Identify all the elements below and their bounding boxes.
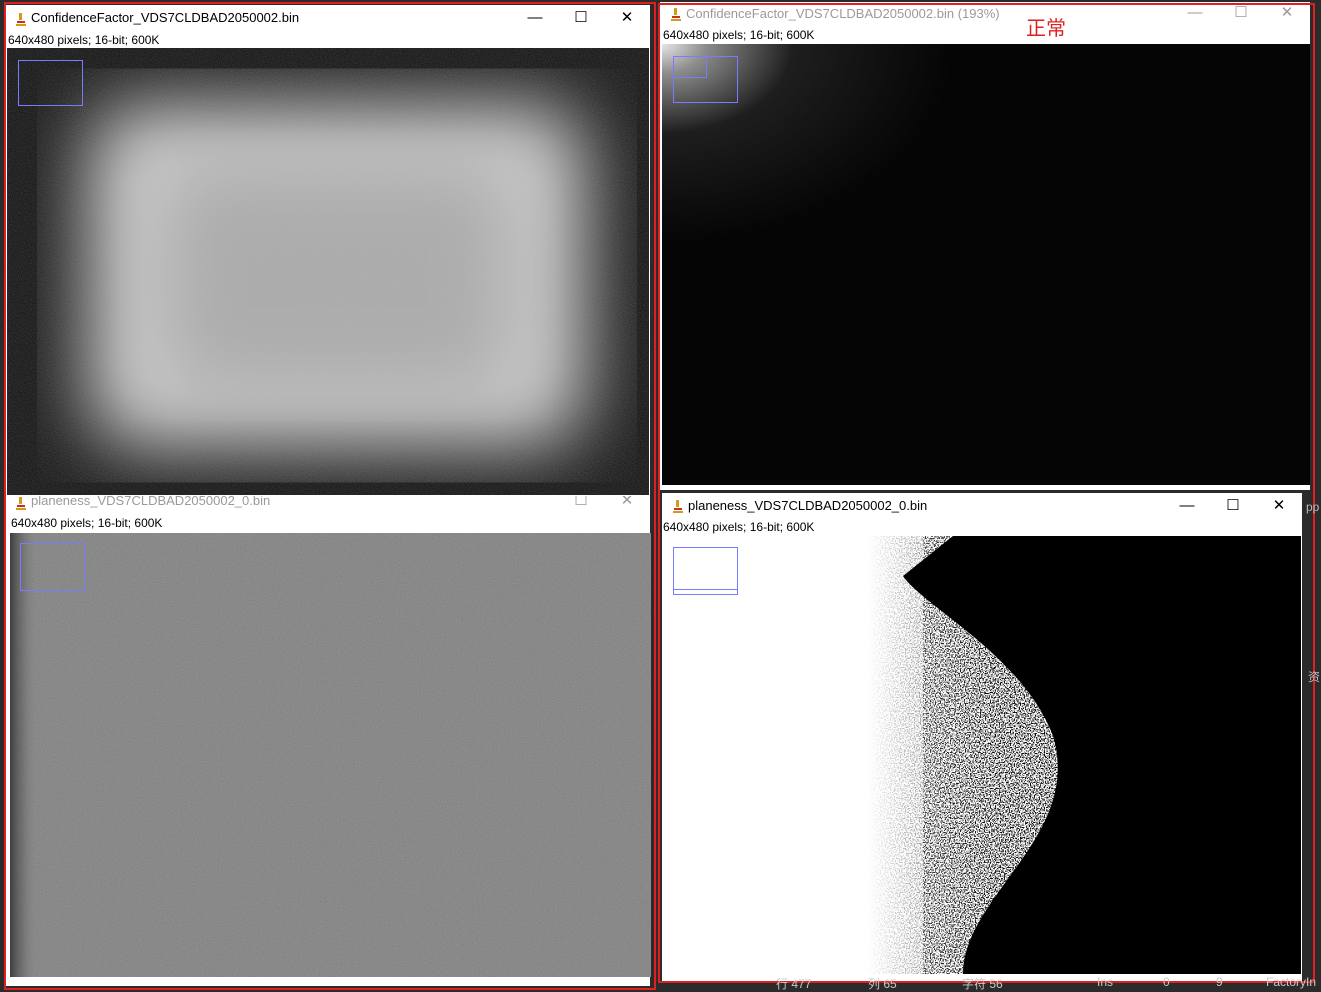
maximize-button[interactable]: ☐ — [1210, 493, 1256, 521]
maximize-button[interactable]: ☐ — [558, 496, 604, 510]
maximize-button[interactable]: ☐ — [558, 5, 604, 33]
window-titlebar[interactable]: ConfidenceFactor_VDS7CLDBAD2050002.bin —… — [5, 5, 650, 33]
status-column: 列 65 — [868, 977, 897, 991]
window-title: ConfidenceFactor_VDS7CLDBAD2050002.bin (… — [686, 6, 1000, 21]
status-edit-count: 9 — [1216, 975, 1223, 989]
image-window-confidence[interactable]: ConfidenceFactor_VDS7CLDBAD2050002.bin —… — [5, 5, 650, 496]
image-window-confidence-zoomed[interactable]: ConfidenceFactor_VDS7CLDBAD2050002.bin (… — [660, 2, 1310, 490]
image-window-planeness-threshold[interactable]: planeness_VDS7CLDBAD2050002_0.bin — ☐ ✕ … — [662, 493, 1302, 981]
background-text-fragment: 资 — [1308, 670, 1321, 684]
window-title: planeness_VDS7CLDBAD2050002_0.bin — [31, 496, 271, 508]
close-button[interactable]: ✕ — [604, 5, 650, 33]
imagej-microscope-icon — [669, 7, 683, 21]
roi-selection-lower[interactable] — [673, 589, 738, 595]
window-titlebar[interactable]: ConfidenceFactor_VDS7CLDBAD2050002.bin (… — [660, 2, 1310, 26]
roi-selection[interactable] — [673, 547, 738, 595]
image-info: 640x480 pixels; 16-bit; 600K — [11, 516, 163, 530]
maximize-button[interactable]: ☐ — [1218, 2, 1264, 30]
image-info: 640x480 pixels; 16-bit; 600K — [663, 28, 815, 42]
minimize-button[interactable]: — — [1164, 493, 1210, 521]
roi-selection[interactable] — [18, 60, 83, 106]
minimize-button[interactable]: — — [1172, 2, 1218, 30]
close-button[interactable]: ✕ — [604, 496, 650, 510]
close-button[interactable]: ✕ — [1256, 493, 1302, 521]
image-info: 640x480 pixels; 16-bit; 600K — [8, 33, 160, 47]
image-canvas[interactable] — [663, 536, 1301, 974]
background-text-fragment: pp — [1306, 500, 1320, 514]
minimize-button[interactable]: — — [512, 5, 558, 33]
status-char: 字符 56 — [962, 977, 1003, 991]
roi-selection[interactable] — [20, 543, 85, 591]
status-line: 行 477 — [776, 977, 812, 991]
status-up-count: 0 — [1163, 975, 1170, 989]
image-canvas[interactable] — [7, 48, 649, 495]
window-title: planeness_VDS7CLDBAD2050002_0.bin — [688, 498, 928, 513]
image-info: 640x480 pixels; 16-bit; 600K — [663, 520, 815, 534]
close-button[interactable]: ✕ — [1264, 2, 1310, 30]
image-window-planeness[interactable]: planeness_VDS7CLDBAD2050002_0.bin ☐ ✕ 64… — [5, 496, 651, 986]
status-branch: FactoryIn — [1266, 975, 1317, 989]
window-titlebar[interactable]: planeness_VDS7CLDBAD2050002_0.bin — ☐ ✕ — [662, 493, 1302, 521]
imagej-microscope-icon — [14, 12, 28, 26]
annotation-label: 正常 — [1026, 16, 1066, 40]
image-canvas[interactable] — [662, 44, 1310, 485]
roi-selection-inner[interactable] — [673, 56, 707, 78]
window-title: ConfidenceFactor_VDS7CLDBAD2050002.bin — [31, 10, 300, 25]
imagej-microscope-icon — [14, 496, 28, 510]
imagej-microscope-icon — [671, 499, 685, 513]
image-canvas[interactable] — [10, 533, 651, 977]
window-titlebar[interactable]: planeness_VDS7CLDBAD2050002_0.bin ☐ ✕ — [5, 496, 650, 510]
status-ins: Ins — [1097, 975, 1114, 989]
